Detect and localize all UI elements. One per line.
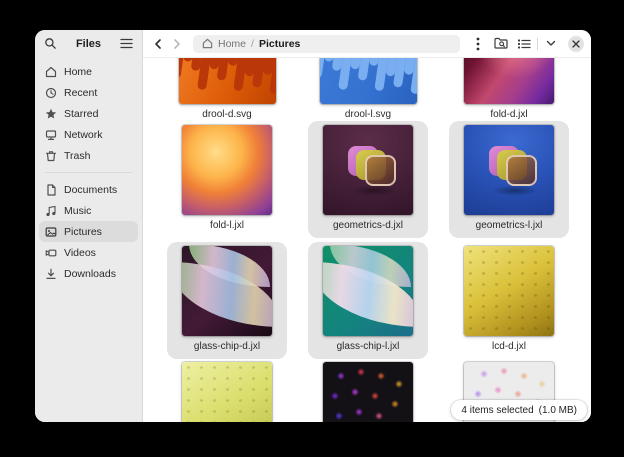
breadcrumb-current[interactable]: Pictures (259, 38, 300, 50)
star-icon (45, 108, 57, 120)
file-item[interactable]: fold-d.jxl (449, 58, 569, 121)
file-name: lcd-d.jxl (492, 341, 526, 353)
list-view-icon[interactable] (514, 34, 534, 54)
drool-dark-thumbnail (179, 58, 276, 104)
sidebar-item-documents[interactable]: Documents (39, 179, 138, 200)
file-name: drool-l.svg (345, 109, 391, 121)
headerbar: Home / Pictures (143, 30, 591, 58)
sidebar: Files Home Recent St (35, 30, 143, 422)
view-options (514, 34, 561, 54)
file-item[interactable]: drool-d.svg (167, 58, 287, 121)
chevron-down-icon[interactable] (541, 34, 561, 54)
divider (537, 38, 538, 50)
network-icon (45, 129, 57, 141)
pills-dark-thumbnail (323, 362, 413, 422)
geometrics-dark-thumbnail (323, 125, 413, 215)
file-item-selected[interactable]: geometrics-d.jxl (308, 121, 428, 238)
file-name: fold-l.jxl (210, 220, 244, 232)
selection-count: 4 items selected (461, 405, 533, 416)
lcd-light-thumbnail (182, 362, 272, 422)
file-name: fold-d.jxl (490, 109, 527, 121)
file-item-selected[interactable]: glass-chip-d.jxl (167, 242, 287, 359)
main-pane: Home / Pictures (143, 30, 591, 422)
selection-status-badge: 4 items selected (1.0 MB) (451, 400, 587, 420)
sidebar-item-label: Pictures (64, 226, 102, 238)
glass-chip-dark-thumbnail (182, 246, 272, 336)
fold-light-thumbnail (182, 125, 272, 215)
forward-button[interactable] (169, 35, 185, 53)
sidebar-item-home[interactable]: Home (39, 61, 138, 82)
document-icon (45, 184, 57, 196)
files-window: Files Home Recent St (35, 30, 591, 422)
sidebar-item-label: Documents (64, 184, 117, 196)
breadcrumb[interactable]: Home / Pictures (193, 35, 460, 53)
file-name: geometrics-l.jxl (476, 220, 543, 232)
close-window-button[interactable] (568, 36, 584, 52)
music-note-icon (45, 205, 57, 217)
image-icon (45, 226, 57, 238)
download-icon (45, 268, 57, 280)
sidebar-item-music[interactable]: Music (39, 200, 138, 221)
breadcrumb-separator: / (251, 38, 254, 50)
sidebar-item-starred[interactable]: Starred (39, 103, 138, 124)
sidebar-item-label: Recent (64, 87, 97, 99)
trash-icon (45, 150, 57, 162)
file-item[interactable]: lcd-d.jxl (449, 242, 569, 353)
lcd-dark-thumbnail (464, 246, 554, 336)
hamburger-menu-icon[interactable] (120, 38, 133, 49)
sidebar-item-downloads[interactable]: Downloads (39, 263, 138, 284)
fold-dark-thumbnail (464, 58, 554, 104)
video-camera-icon (45, 247, 57, 259)
folder-search-icon[interactable] (491, 34, 511, 54)
file-item[interactable]: fold-l.jxl (167, 121, 287, 232)
file-name: drool-d.svg (202, 109, 251, 121)
file-name: geometrics-d.jxl (333, 220, 403, 232)
sidebar-item-videos[interactable]: Videos (39, 242, 138, 263)
file-grid[interactable]: drool-d.svg drool-l.svg fold-d.jxl fold-… (143, 58, 591, 422)
sidebar-item-label: Trash (64, 150, 90, 162)
home-icon (202, 38, 213, 49)
back-button[interactable] (150, 35, 166, 53)
sidebar-item-pictures[interactable]: Pictures (39, 221, 138, 242)
search-icon[interactable] (44, 37, 57, 50)
file-item-selected[interactable]: glass-chip-l.jxl (308, 242, 428, 359)
sidebar-item-label: Starred (64, 108, 98, 120)
file-item[interactable] (167, 358, 287, 422)
home-icon (45, 66, 57, 78)
selection-size: (1.0 MB) (539, 405, 577, 416)
breadcrumb-root[interactable]: Home (218, 38, 246, 50)
sidebar-item-network[interactable]: Network (39, 124, 138, 145)
sidebar-item-label: Network (64, 129, 103, 141)
file-item-selected[interactable]: geometrics-l.jxl (449, 121, 569, 238)
sidebar-item-recent[interactable]: Recent (39, 82, 138, 103)
sidebar-item-label: Downloads (64, 268, 116, 280)
file-item[interactable]: drool-l.svg (308, 58, 428, 121)
clock-icon (45, 87, 57, 99)
glass-chip-light-thumbnail (323, 246, 413, 336)
sidebar-item-label: Videos (64, 247, 96, 259)
sidebar-item-trash[interactable]: Trash (39, 145, 138, 166)
kebab-menu-icon[interactable] (468, 34, 488, 54)
file-name: glass-chip-d.jxl (194, 341, 260, 353)
sidebar-header: Files (35, 30, 142, 57)
sidebar-list: Home Recent Starred Network (35, 57, 142, 284)
file-item[interactable] (308, 358, 428, 422)
sidebar-separator (45, 172, 132, 173)
sidebar-item-label: Music (64, 205, 91, 217)
sidebar-item-label: Home (64, 66, 92, 78)
drool-light-thumbnail (320, 58, 417, 104)
geometrics-light-thumbnail (464, 125, 554, 215)
app-title: Files (76, 38, 101, 50)
file-name: glass-chip-l.jxl (337, 341, 400, 353)
